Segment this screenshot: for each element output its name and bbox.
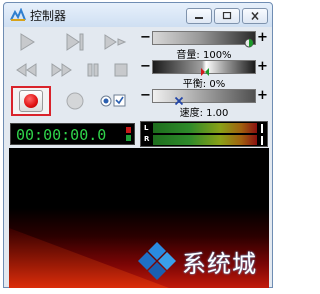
record-loop-button[interactable] [62,90,88,112]
balance-increase-button[interactable]: + [257,60,268,74]
rewind-icon [15,62,39,78]
timecode-value: 00:00:00.0 [16,126,107,144]
meter-left-label: L [144,124,149,132]
skip-to-end-button[interactable] [62,31,88,53]
volume-increase-button[interactable]: + [257,31,268,45]
watermark-logo-icon [136,240,178,286]
speed-slider[interactable]: − + [140,89,268,106]
balance-track[interactable] [152,60,256,76]
maximize-button[interactable] [214,8,240,24]
step-forward-button[interactable] [102,31,128,53]
speed-increase-button[interactable]: + [257,89,268,103]
balance-thumb-icon[interactable] [200,62,210,76]
play-button[interactable] [14,31,40,53]
balance-slider[interactable]: − + [140,60,268,76]
balance-label: 平衡: 0% [182,79,226,90]
fast-forward-icon [49,62,73,78]
pause-icon [85,62,101,78]
balance-decrease-button[interactable]: − [140,60,151,74]
rewind-button[interactable] [14,59,40,81]
timecode-display: 00:00:00.0 [10,123,135,145]
window-title: 控制器 [30,9,67,23]
options-button[interactable] [98,90,128,112]
stop-button[interactable] [108,59,134,81]
level-meter: L R [140,121,268,147]
volume-thumb-icon[interactable] [244,33,254,48]
step-forward-icon [103,32,127,52]
pause-button[interactable] [80,59,106,81]
title-bar[interactable]: 控制器 [4,3,272,27]
speed-decrease-button[interactable]: − [140,89,151,103]
record-icon [24,94,38,108]
record-button[interactable] [19,90,43,112]
speed-label: 速度: 1.00 [179,108,229,119]
volume-track[interactable] [152,31,256,48]
close-button[interactable] [242,8,268,24]
play-indicator-icon [126,135,131,141]
meter-right-peak [261,136,263,145]
minimize-button[interactable] [186,8,212,24]
meter-right-bar [153,135,257,145]
record-indicator-icon [126,127,131,133]
speed-track[interactable] [152,89,256,106]
meter-right-label: R [144,135,150,143]
volume-slider[interactable]: − + [140,31,268,48]
play-icon [17,32,37,52]
meter-left-peak [261,124,263,133]
app-icon [10,7,26,26]
site-watermark: 系统城 [130,238,278,288]
options-check-icon [99,93,127,109]
watermark-text: 系统城 [182,250,257,278]
record-loop-icon [65,91,85,111]
meter-left-bar [153,123,257,133]
fast-forward-button[interactable] [48,59,74,81]
stop-icon [113,62,129,78]
record-highlight [11,86,51,116]
volume-decrease-button[interactable]: − [140,31,151,45]
speed-thumb-icon[interactable] [174,91,184,106]
volume-label: 音量: 100% [176,50,232,61]
skip-to-end-icon [64,32,86,52]
